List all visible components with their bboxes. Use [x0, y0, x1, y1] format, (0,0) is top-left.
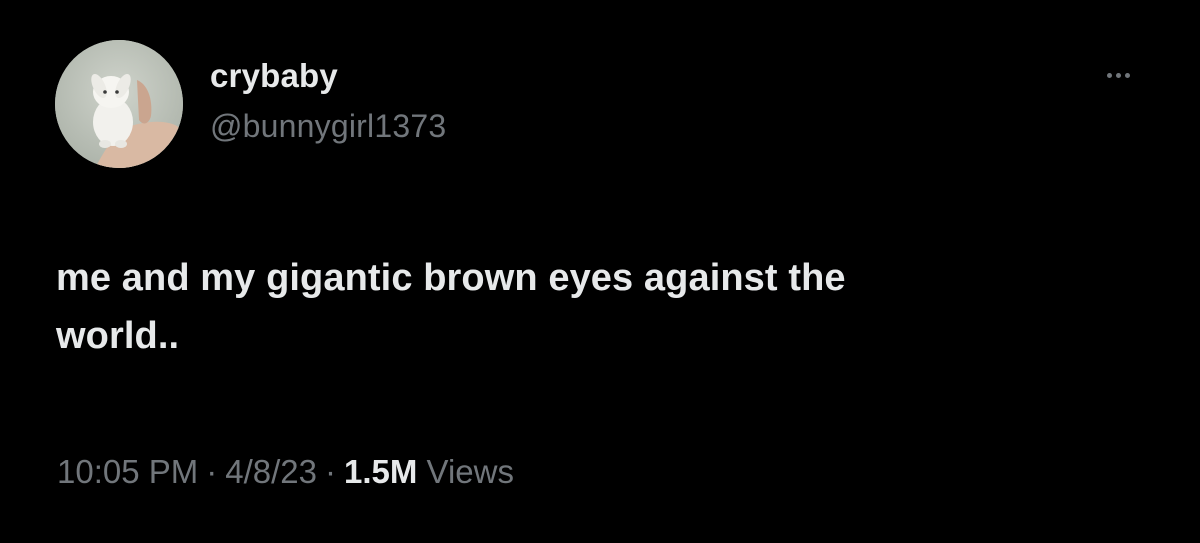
separator-dot: ·	[206, 453, 218, 490]
user-handle[interactable]: @bunnygirl1373	[210, 105, 446, 147]
author-info: crybaby @bunnygirl1373	[210, 55, 446, 147]
bunny-avatar-icon	[55, 40, 183, 168]
tweet-time[interactable]: 10:05 PM	[57, 453, 198, 490]
tweet-text: me and my gigantic brown eyes against th…	[56, 257, 846, 357]
tweet-meta: 10:05 PM · 4/8/23 · 1.5M Views	[57, 448, 514, 496]
avatar[interactable]	[55, 40, 183, 168]
more-horizontal-icon	[1105, 72, 1132, 78]
views-count: 1.5M	[344, 453, 418, 490]
separator-dot: ·	[325, 453, 336, 490]
display-name[interactable]: crybaby	[210, 55, 446, 97]
tweet-date[interactable]: 4/8/23	[225, 453, 317, 490]
more-options-button[interactable]	[1096, 62, 1140, 88]
tweet-card: crybaby @bunnygirl1373 me and my giganti…	[0, 0, 1200, 543]
views-label: Views	[426, 453, 514, 490]
